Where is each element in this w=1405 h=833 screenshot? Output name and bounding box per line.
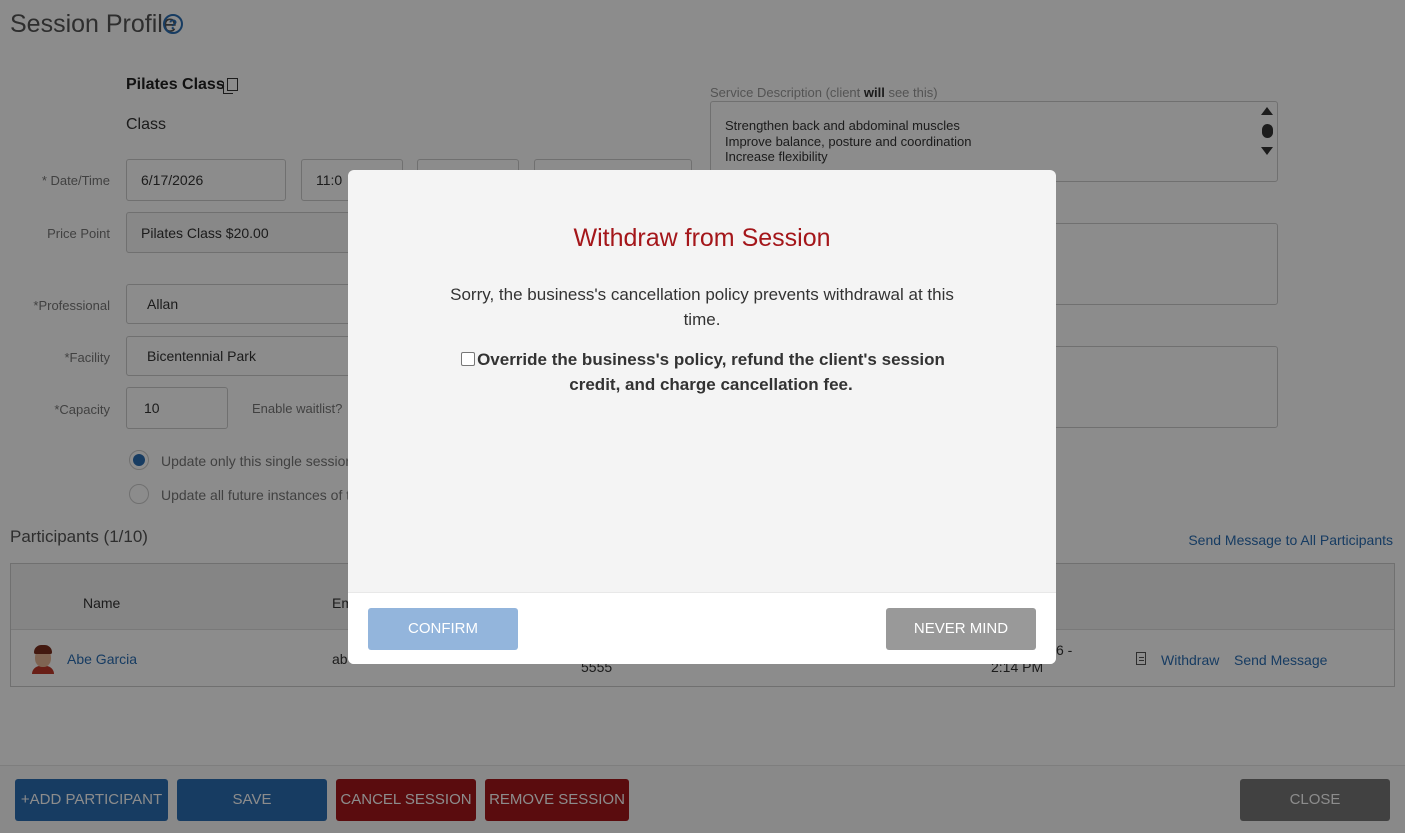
modal-message: Sorry, the business's cancellation polic… [450, 285, 954, 329]
modal-footer: CONFIRM NEVER MIND [348, 592, 1056, 664]
confirm-button[interactable]: CONFIRM [368, 608, 518, 650]
override-policy-checkbox[interactable] [461, 352, 475, 366]
modal-title: Withdraw from Session [573, 224, 831, 252]
override-policy-label[interactable]: Override the business's policy, refund t… [476, 347, 946, 397]
never-mind-button[interactable]: NEVER MIND [886, 608, 1036, 650]
withdraw-modal: Withdraw from Session Sorry, the busines… [348, 170, 1056, 664]
